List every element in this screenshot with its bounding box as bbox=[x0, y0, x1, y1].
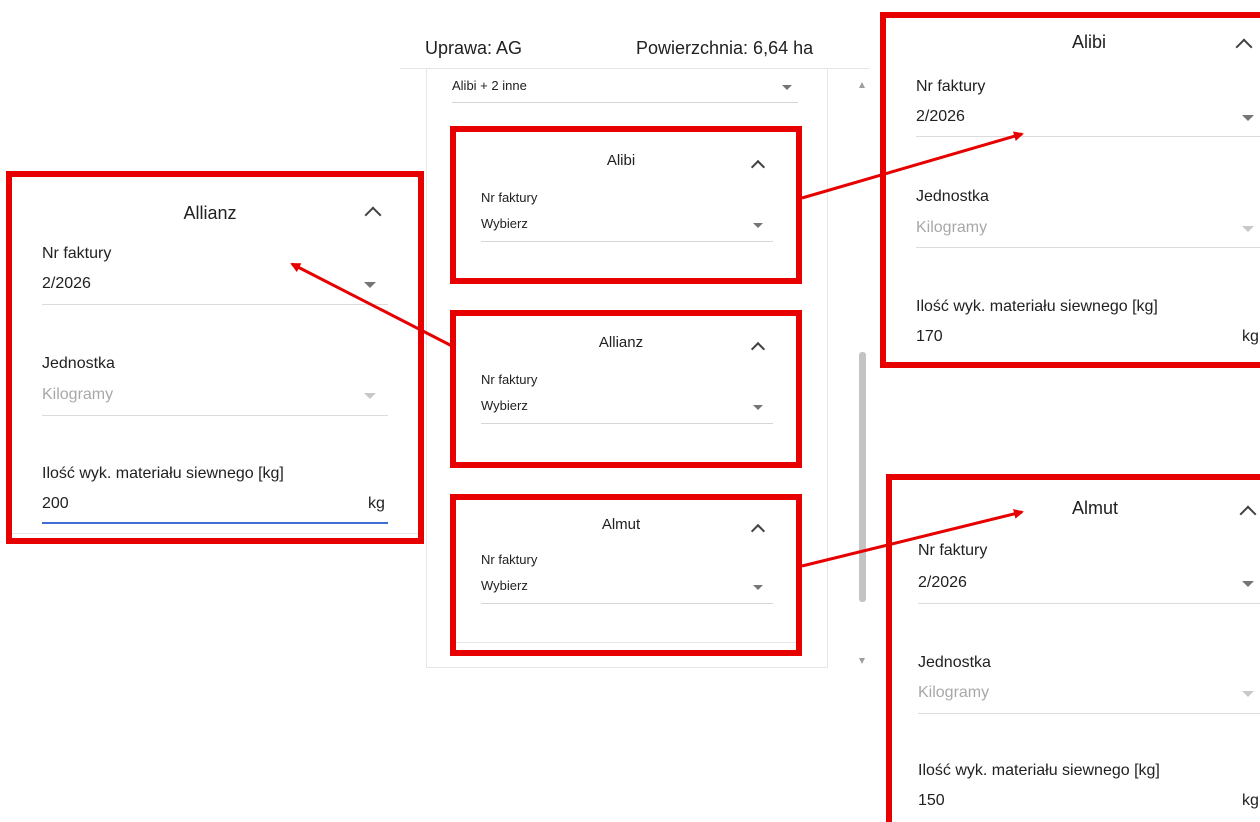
variety-select[interactable]: Alibi + 2 inne bbox=[452, 76, 798, 104]
scroll-down-icon[interactable] bbox=[859, 658, 865, 664]
scroll-up-icon[interactable] bbox=[859, 82, 865, 88]
scrollbar-thumb[interactable] bbox=[859, 352, 866, 602]
highlight-box-almut bbox=[450, 494, 802, 656]
highlight-box-allianz bbox=[450, 310, 802, 468]
crop-label: Uprawa: AG bbox=[425, 38, 523, 58]
area-label: Powierzchnia: 6,64 ha bbox=[636, 38, 814, 58]
dropdown-arrow-icon bbox=[782, 85, 792, 90]
variety-select-underline bbox=[452, 102, 798, 103]
highlight-box-zoom-almut bbox=[886, 474, 1260, 822]
scrollbar[interactable] bbox=[858, 80, 866, 670]
highlight-box-alibi bbox=[450, 126, 802, 284]
highlight-box-zoom-allianz bbox=[6, 171, 424, 544]
highlight-box-zoom-alibi bbox=[880, 12, 1260, 368]
variety-select-value: Alibi + 2 inne bbox=[452, 78, 527, 93]
